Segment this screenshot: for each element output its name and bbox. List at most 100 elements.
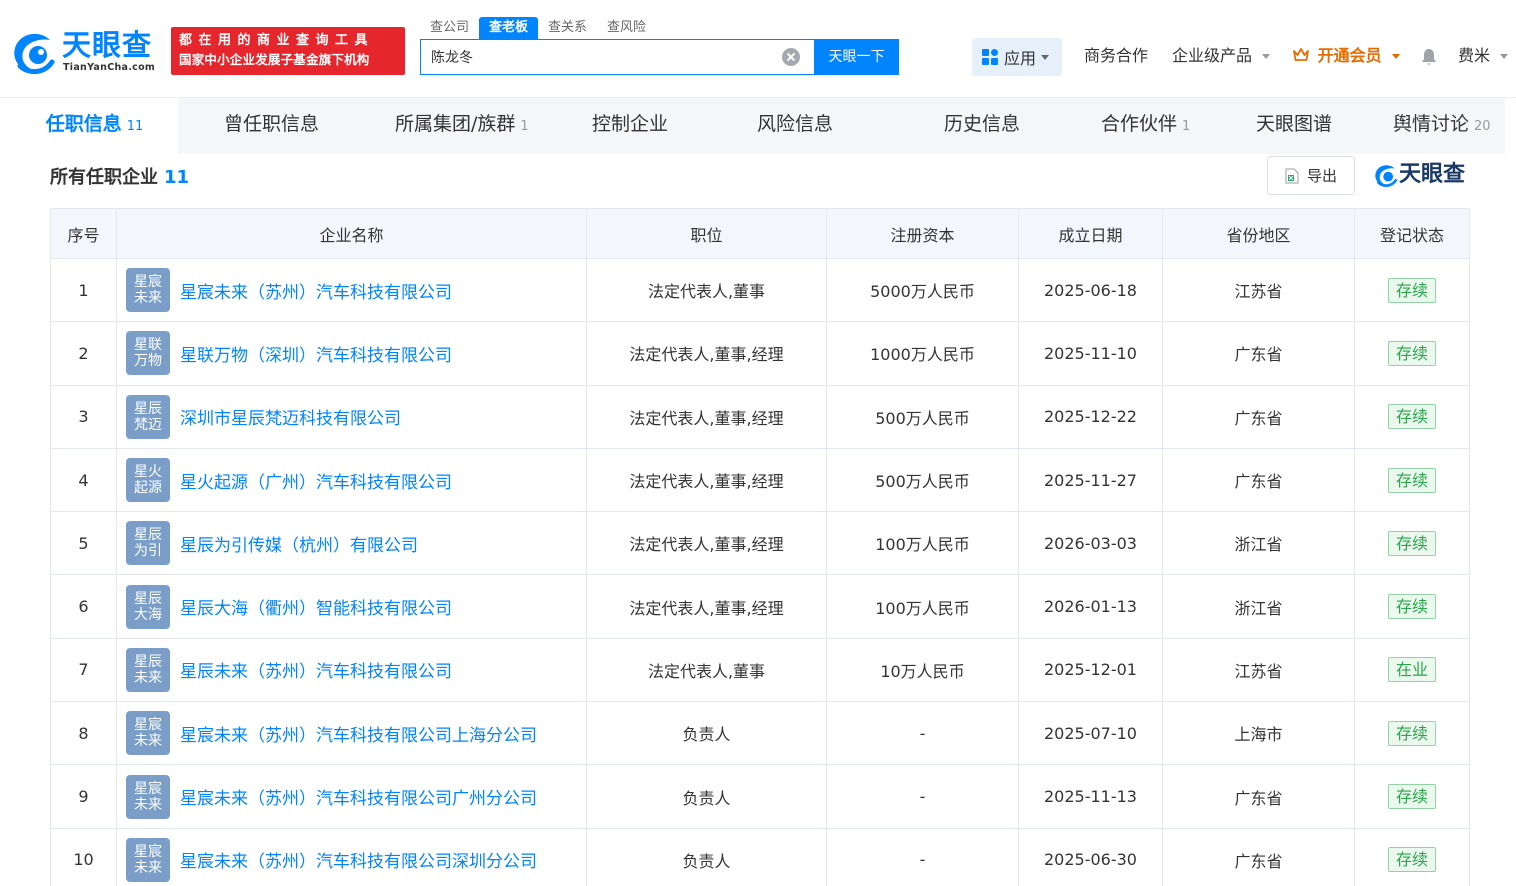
table-row: 7 星辰 未来 星辰未来（苏州）汽车科技有限公司 法定代表人,董事 10万人民币… [51, 638, 1470, 703]
eye-logo-icon [1375, 165, 1398, 187]
company-logo-text: 星宸 [134, 274, 162, 291]
vip-menu[interactable]: 开通会员 [1293, 46, 1401, 66]
company-name-link[interactable]: 星宸未来（苏州）汽车科技有限公司广州分公司 [180, 784, 537, 809]
registered-capital: 500万人民币 [827, 448, 1019, 513]
company-logo[interactable]: 星宸 未来 [126, 837, 170, 882]
registered-capital: 100万人民币 [827, 575, 1019, 639]
company-name-link[interactable]: 星宸未来（苏州）汽车科技有限公司上海分公司 [180, 721, 537, 746]
business-cooperation-link[interactable]: 商务合作 [1084, 46, 1148, 66]
chevron-down-icon [1262, 54, 1271, 59]
table-row: 6 星辰 大海 星辰大海（衢州）智能科技有限公司 法定代表人,董事,经理 100… [51, 575, 1470, 639]
company-logo[interactable]: 星辰 为引 [126, 521, 170, 566]
company-logo[interactable]: 星联 万物 [126, 331, 170, 376]
apps-grid-icon [982, 49, 998, 65]
search-input[interactable] [421, 40, 776, 74]
status-badge: 存续 [1387, 467, 1436, 493]
company-logo[interactable]: 星宸 未来 [126, 774, 170, 819]
position: 法定代表人,董事,经理 [587, 385, 827, 449]
company-name-link[interactable]: 星辰大海（衢州）智能科技有限公司 [180, 594, 452, 619]
status-badge: 存续 [1387, 340, 1436, 366]
export-button[interactable]: 导出 [1267, 156, 1355, 195]
company-logo[interactable]: 星辰 梵迈 [126, 394, 170, 439]
company-logo-text: 星宸 [134, 843, 162, 860]
founded-date: 2026-03-03 [1019, 512, 1163, 576]
status-cell: 存续 [1355, 322, 1470, 386]
company-logo[interactable]: 星宸 未来 [126, 711, 170, 756]
profile-tabs: 任职信息 11 曾任职信息 所属集团/族群 1 控制企业 风险信息 历史信息 合作伙… [11, 98, 1505, 154]
company-name-link[interactable]: 星宸未来（苏州）汽车科技有限公司 [180, 278, 452, 303]
user-menu[interactable]: 费米 [1458, 46, 1509, 66]
company-name-link[interactable]: 星辰为引传媒（杭州）有限公司 [180, 531, 418, 556]
tab-discussion[interactable]: 舆情讨论 20 [1393, 98, 1491, 154]
tab-positions[interactable]: 任职信息 11 [11, 98, 178, 154]
company-logo-text: 未来 [134, 859, 162, 876]
vip-label: 开通会员 [1317, 46, 1382, 65]
position: 法定代表人,董事,经理 [587, 575, 827, 639]
registered-capital: 1000万人民币 [827, 322, 1019, 386]
company-logo[interactable]: 星宸 未来 [126, 268, 170, 313]
company-logo[interactable]: 星火 起源 [126, 458, 170, 503]
tab-risk-info[interactable]: 风险信息 [757, 98, 833, 154]
company-logo-text: 星宸 [134, 780, 162, 797]
tab-history[interactable]: 历史信息 [944, 98, 1020, 154]
tab-controlled-companies[interactable]: 控制企业 [592, 98, 668, 154]
company-name-link[interactable]: 星联万物（深圳）汽车科技有限公司 [180, 341, 452, 366]
status-badge: 存续 [1387, 404, 1436, 430]
clear-icon[interactable] [782, 48, 800, 66]
status-badge: 存续 [1387, 784, 1436, 810]
company-logo-text: 星宸 [134, 717, 162, 734]
company-name-link[interactable]: 星辰未来（苏州）汽车科技有限公司 [180, 657, 452, 682]
company-logo-text: 星辰 [134, 400, 162, 417]
founded-date: 2025-06-30 [1019, 828, 1163, 886]
search-tab-relation[interactable]: 查关系 [538, 17, 597, 39]
enterprise-products-menu[interactable]: 企业级产品 [1172, 46, 1271, 66]
tab-partners[interactable]: 合作伙伴 1 [1101, 98, 1190, 154]
tab-group[interactable]: 所属集团/族群 1 [395, 98, 529, 154]
row-number: 10 [51, 828, 117, 886]
province: 广东省 [1163, 322, 1355, 386]
province: 江苏省 [1163, 259, 1355, 323]
company-name-link[interactable]: 深圳市星辰梵迈科技有限公司 [180, 404, 401, 429]
section-title-text: 所有任职企业 [50, 167, 158, 188]
bell-icon[interactable] [1421, 48, 1437, 66]
watermark-text: 天眼查 [1399, 162, 1466, 187]
row-number: 4 [51, 448, 117, 513]
province: 浙江省 [1163, 512, 1355, 576]
search-tab-company[interactable]: 查公司 [420, 17, 479, 39]
table-row: 1 星宸 未来 星宸未来（苏州）汽车科技有限公司 法定代表人,董事 5000万人… [51, 259, 1470, 323]
eye-logo-icon [14, 33, 55, 74]
company-logo[interactable]: 星辰 未来 [126, 647, 170, 692]
tianyancha-logo[interactable]: 天眼查 TianYanCha.com [10, 28, 162, 76]
company-logo-text: 星火 [134, 464, 162, 481]
company-cell: 星宸 未来 星宸未来（苏州）汽车科技有限公司深圳分公司 [117, 828, 587, 886]
tab-graph[interactable]: 天眼图谱 [1256, 98, 1332, 154]
status-badge: 在业 [1387, 657, 1436, 683]
tab-former-positions[interactable]: 曾任职信息 [224, 98, 319, 154]
company-logo-text: 大海 [134, 606, 162, 623]
search-tab-risk[interactable]: 查风险 [597, 17, 656, 39]
company-logo[interactable]: 星辰 大海 [126, 584, 170, 629]
company-logo-text: 星辰 [134, 653, 162, 670]
company-logo-text: 梵迈 [134, 416, 162, 433]
company-name-link[interactable]: 星宸未来（苏州）汽车科技有限公司深圳分公司 [180, 847, 537, 872]
province: 浙江省 [1163, 575, 1355, 639]
search-tab-boss[interactable]: 查老板 [479, 17, 539, 39]
tab-label: 历史信息 [944, 113, 1021, 135]
tab-label: 风险信息 [757, 113, 834, 135]
company-name-link[interactable]: 星火起源（广州）汽车科技有限公司 [180, 468, 452, 493]
tab-label: 合作伙伴 [1101, 113, 1178, 135]
apps-menu-button[interactable]: 应用 [972, 38, 1062, 76]
founded-date: 2025-07-10 [1019, 702, 1163, 766]
status-badge: 存续 [1387, 594, 1436, 620]
row-number: 1 [51, 259, 117, 323]
company-logo-text: 万物 [134, 353, 162, 370]
export-label: 导出 [1306, 167, 1337, 185]
tab-count: 1 [1182, 119, 1191, 134]
row-number: 6 [51, 575, 117, 639]
founded-date: 2025-11-10 [1019, 322, 1163, 386]
search-button[interactable]: 天眼一下 [814, 39, 899, 75]
slogan-banner: 都在用的商业查询工具 国家中小企业发展子基金旗下机构 [171, 27, 405, 75]
position: 负责人 [587, 828, 827, 886]
chevron-down-icon [1041, 54, 1050, 60]
position: 负责人 [587, 765, 827, 829]
